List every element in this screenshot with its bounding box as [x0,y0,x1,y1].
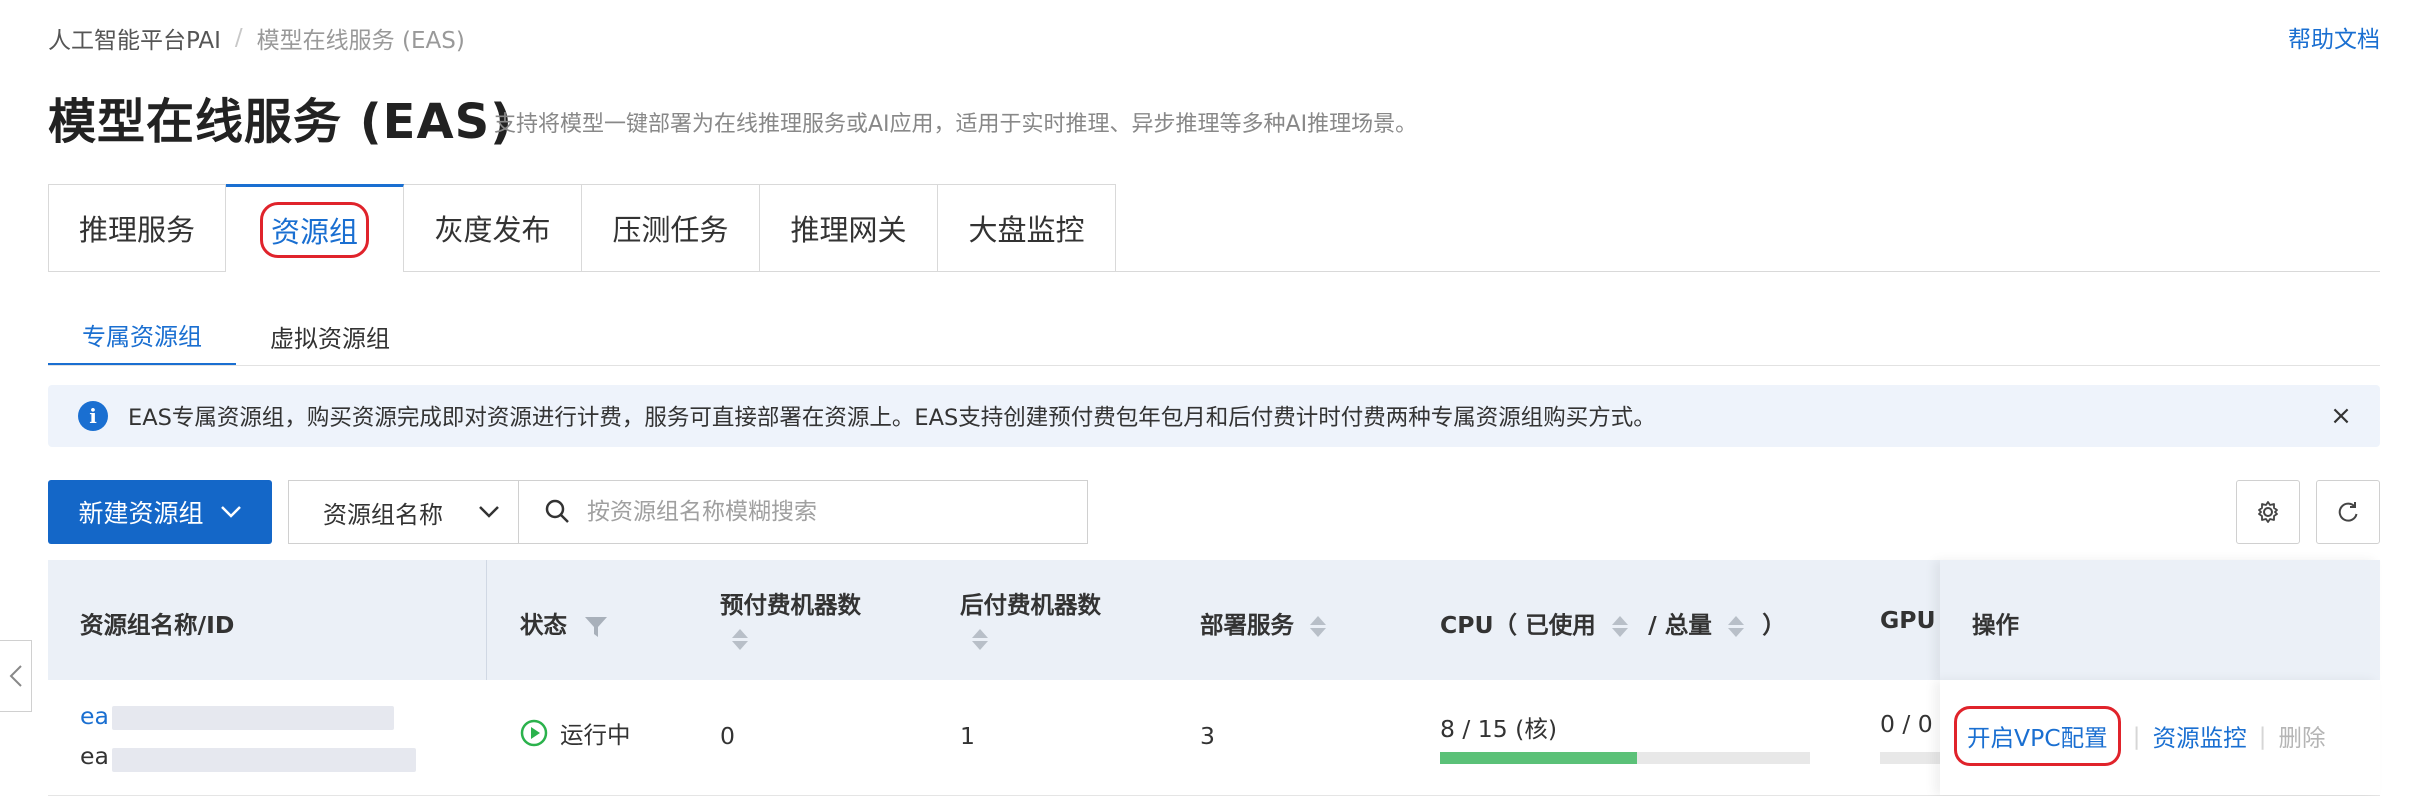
sort-icon[interactable] [1611,616,1628,637]
action-separator: | [2132,722,2141,750]
sort-icon[interactable] [1728,616,1745,637]
settings-button[interactable] [2236,480,2300,544]
page-description: 支持将模型一键部署为在线推理服务或AI应用，适用于实时推理、异步推理等多种AI推… [494,112,1418,137]
filter-select-value: 资源组名称 [323,500,443,529]
new-button-label: 新建资源组 [78,499,204,528]
col-header-cpu[interactable]: CPU（ 已使用 / 总量 ） [1440,606,1786,640]
breadcrumb-root[interactable]: 人工智能平台PAI [48,21,221,55]
tabs-divider [1088,271,2380,272]
subtabs-divider [48,365,2380,366]
sort-icon[interactable] [1310,616,1327,637]
subtab-virtual-group[interactable]: 虚拟资源组 [236,306,424,366]
filter-field-select[interactable]: 资源组名称 [288,480,518,544]
col-header-actions: 操作 [1972,611,2019,639]
sort-icon[interactable] [972,629,988,650]
delete-link[interactable]: 删除 [2279,719,2326,753]
info-icon: i [78,401,108,431]
chevron-down-icon [220,506,241,518]
tab-inference-service[interactable]: 推理服务 [48,184,226,272]
new-resource-group-button[interactable]: 新建资源组 [48,480,272,544]
filter-icon[interactable] [583,615,609,639]
tab-dashboard-monitor[interactable]: 大盘监控 [938,184,1116,272]
tab-label: 资源组 [259,201,369,258]
status-text: 运行中 [560,721,631,749]
refresh-button[interactable] [2316,480,2380,544]
prepaid-count: 0 [720,722,735,750]
main-tabs: 推理服务 资源组 灰度发布 压测任务 推理网关 大盘监控 [48,184,1116,272]
prepaid-header-label: 预付费机器数 [720,591,861,619]
actions-group: 开启VPC配置 | 资源监控 | 删除 [1954,706,2326,766]
tab-canary-release[interactable]: 灰度发布 [404,184,582,272]
chevron-left-icon [9,665,22,687]
actions-column-header: 操作 [1940,560,2380,680]
tab-label: 推理服务 [78,213,195,247]
search-box [518,480,1088,544]
col-header-services[interactable]: 部署服务 [1200,606,1327,640]
action-separator: | [2258,722,2267,750]
cpu-header-used: CPU（ 已使用 [1440,611,1596,639]
sort-icon[interactable] [732,629,748,650]
tab-resource-group[interactable]: 资源组 [226,184,404,272]
refresh-icon [2338,502,2358,522]
help-docs-link[interactable]: 帮助文档 [2288,20,2380,54]
col-header-postpaid[interactable]: 后付费机器数 [960,586,1101,650]
tab-label: 灰度发布 [434,213,551,247]
search-icon [545,499,569,523]
sidebar-expand-handle[interactable] [0,640,32,712]
col-header-prepaid[interactable]: 预付费机器数 [720,586,861,650]
cpu-header-total: / 总量 [1648,611,1712,639]
close-icon[interactable]: × [2326,401,2356,431]
chevron-down-icon [479,506,499,518]
subtab-dedicated-group[interactable]: 专属资源组 [48,306,236,366]
sub-tabs: 专属资源组 虚拟资源组 [48,306,424,366]
info-notice: i EAS专属资源组，购买资源完成即对资源进行计费，服务可直接部署在资源上。EA… [48,385,2380,447]
tab-stress-test[interactable]: 压测任务 [582,184,760,272]
table-header: 资源组名称/ID 状态 预付费机器数 后付费机器数 部署服务 CPU（ 已使用 … [48,560,2380,680]
status-cell: 运行中 [520,716,631,750]
tab-label: 大盘监控 [968,213,1085,247]
postpaid-header-label: 后付费机器数 [960,591,1101,619]
gear-icon [2258,501,2278,523]
resource-monitor-link[interactable]: 资源监控 [2153,719,2247,753]
col-header-name: 资源组名称/ID [80,611,235,639]
cpu-header-close: ） [1762,611,1786,639]
services-count: 3 [1200,722,1215,750]
cpu-usage-fill [1440,752,1638,764]
gpu-usage-bar [1880,752,1940,764]
cpu-usage-text: 8 / 15 (核) [1440,715,1558,743]
tab-inference-gateway[interactable]: 推理网关 [760,184,938,272]
column-divider [486,560,487,680]
resource-group-id: ea [80,742,109,770]
col-header-status: 状态 [520,606,609,640]
redacted-id [112,748,416,772]
gpu-usage-text: 0 / 0 [1880,710,1933,738]
status-header-label: 状态 [520,611,567,639]
postpaid-count: 1 [960,722,975,750]
breadcrumb: 人工智能平台PAI / 模型在线服务 (EAS) [48,20,465,56]
breadcrumb-current: 模型在线服务 (EAS) [256,28,465,54]
tab-label: 推理网关 [790,213,907,247]
col-header-gpu: GPU [1880,606,1936,634]
breadcrumb-separator: / [234,25,243,51]
search-input[interactable] [587,499,1067,525]
tab-label: 压测任务 [612,213,729,247]
notice-text: EAS专属资源组，购买资源完成即对资源进行计费，服务可直接部署在资源上。EAS支… [128,405,1656,431]
resource-group-name-link[interactable]: ea [80,702,109,730]
services-header-label: 部署服务 [1200,611,1294,639]
table-row: ea ea 运行中 0 1 3 8 / 15 (核) 0 / 0 开启VPC配置… [48,680,2380,796]
actions-cell: 开启VPC配置 | 资源监控 | 删除 [1940,680,2380,795]
cpu-usage-bar [1440,752,1810,764]
redacted-name [112,706,394,730]
running-status-icon [520,719,548,747]
enable-vpc-config-link[interactable]: 开启VPC配置 [1954,706,2121,766]
page-title: 模型在线服务 (EAS) [48,94,514,150]
